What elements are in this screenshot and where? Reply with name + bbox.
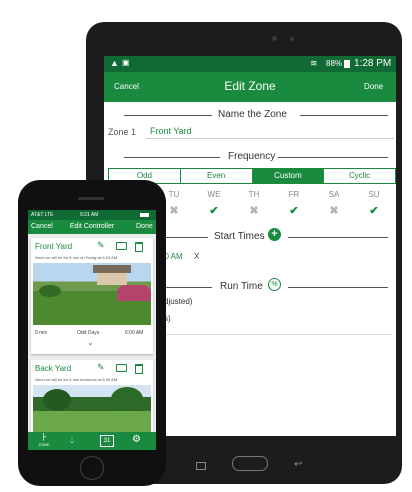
page-title: Edit Zone: [224, 79, 276, 93]
carrier-text: AT&T LTE: [31, 212, 54, 218]
phone-home-button[interactable]: [80, 456, 104, 480]
phone-done-button[interactable]: Done: [136, 223, 153, 230]
weekday-label: WE: [207, 190, 221, 199]
start-times-heading: Start Times: [214, 231, 265, 242]
house-shape: [97, 271, 127, 285]
run-time-heading: Run Time: [220, 281, 263, 292]
done-button[interactable]: Done: [364, 82, 383, 91]
camera-icon[interactable]: [116, 242, 127, 250]
edit-pencil-icon[interactable]: ✎: [97, 362, 105, 373]
bottom-tab-bar: ⺊ ZONE 💧︎ 31 ⚙: [28, 432, 156, 450]
zone-card-back-yard[interactable]: Back Yard ✎ Next run will be for 9 min t…: [31, 360, 153, 432]
home-button[interactable]: [232, 456, 268, 471]
divider: [278, 157, 388, 158]
frequency-option-1[interactable]: Even: [181, 169, 253, 183]
phone-battery-icon: [140, 213, 149, 217]
zone-name-input[interactable]: Front Yard: [146, 124, 394, 139]
add-start-time-icon[interactable]: +: [268, 228, 281, 241]
notification-icon: ▣: [122, 58, 130, 67]
seasonal-adjust-icon[interactable]: %: [268, 278, 281, 291]
weekday-row: TU ✖ WE ✔ TH ✖ FR ✔ SA ✖ SU ✔: [162, 190, 396, 226]
x-icon[interactable]: ✖: [322, 204, 346, 217]
frequency-option-2[interactable]: Custom: [252, 169, 325, 183]
tree-shape: [111, 387, 143, 411]
tree-shape: [43, 389, 71, 411]
weekday-label: TH: [248, 190, 260, 199]
flower-bed: [117, 285, 151, 301]
x-icon[interactable]: ✖: [242, 204, 266, 217]
name-zone-heading: Name the Zone: [218, 109, 287, 120]
divider: [288, 287, 388, 288]
frequency-heading: Frequency: [228, 151, 276, 162]
schedule-time: 6:00 AM: [125, 330, 144, 336]
water-drop-icon[interactable]: 💧︎: [70, 435, 74, 446]
phone-status-bar: AT&T LTE 9:21 AM: [28, 210, 156, 220]
run-duration: 9 min: [35, 330, 48, 336]
camera-icon[interactable]: [116, 364, 127, 372]
calendar-icon[interactable]: 31: [100, 435, 114, 447]
tab-zone[interactable]: ⺊ ZONE: [34, 433, 54, 447]
edit-pencil-icon[interactable]: ✎: [97, 240, 105, 251]
tablet-status-bar: ▲ ▣ ≋ 88% 1:28 PM: [104, 56, 396, 72]
phone-status-time: 9:21 AM: [80, 212, 99, 218]
wifi-icon: ≋: [310, 58, 318, 68]
bush-shape: [39, 285, 61, 297]
next-run-text: Next run will be for 9 min tomorrow at 6…: [35, 377, 118, 382]
divider: [164, 334, 392, 335]
weekday-label: SU: [368, 190, 380, 199]
phone-app-bar: Cancel Edit Controller Done: [28, 220, 156, 234]
warning-icon: ▲: [110, 58, 119, 68]
recent-apps-icon[interactable]: [196, 462, 206, 470]
phone-speaker: [78, 197, 104, 200]
check-icon[interactable]: ✔: [282, 204, 306, 217]
zone-card-front-yard[interactable]: Front Yard ✎ Next run will be for 9 min …: [31, 238, 153, 354]
frequency-option-3[interactable]: Cyclic: [324, 169, 395, 183]
status-time: 1:28 PM: [354, 58, 392, 69]
schedule-days: Odd Days: [77, 330, 100, 336]
remove-start-time-button[interactable]: X: [194, 252, 199, 261]
tablet-app-bar: Cancel Edit Zone Done: [104, 72, 396, 102]
tab-zone-label: ZONE: [38, 442, 50, 447]
battery-level: 88%: [326, 59, 343, 68]
weekday-label: SA: [328, 190, 340, 199]
run-time-adjusted-text: djusted): [164, 297, 193, 306]
check-icon[interactable]: ✔: [362, 204, 386, 217]
battery-icon: [344, 60, 350, 68]
trash-icon[interactable]: [135, 364, 143, 374]
zone-photo: [33, 263, 151, 325]
tablet-sensor: [290, 37, 294, 41]
divider: [300, 115, 388, 116]
phone-screen: AT&T LTE 9:21 AM Cancel Edit Controller …: [28, 210, 156, 450]
weekday-label: FR: [288, 190, 300, 199]
divider: [124, 115, 212, 116]
zone-photo: [33, 385, 151, 432]
tablet-camera: [272, 36, 277, 41]
chevron-down-icon[interactable]: ⌄: [87, 338, 94, 347]
next-run-text: Next run will be for 9 min on Friday at …: [35, 255, 118, 260]
trash-icon[interactable]: [135, 242, 143, 252]
divider: [124, 157, 220, 158]
back-icon[interactable]: ↩: [294, 459, 302, 470]
zone-name: Front Yard: [35, 242, 73, 251]
zone-name: Back Yard: [35, 364, 72, 373]
divider: [288, 237, 388, 238]
roof-shape: [93, 265, 131, 273]
check-icon[interactable]: ✔: [202, 204, 226, 217]
sprinkler-icon: ⺊: [40, 433, 48, 442]
settings-gears-icon[interactable]: ⚙: [132, 434, 141, 445]
zone-number-label: Zone 1: [108, 127, 137, 137]
